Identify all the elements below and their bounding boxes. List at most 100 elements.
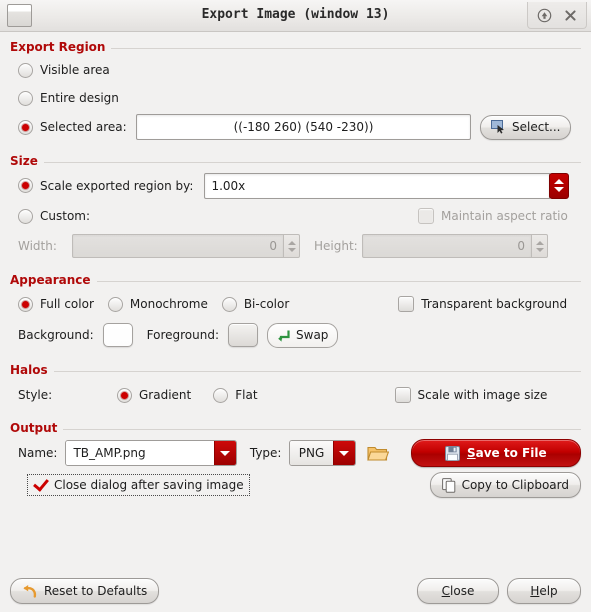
save-to-file-rest: ave to File [475, 446, 547, 460]
checkbox-close-dialog-after-saving[interactable]: Close dialog after saving image [27, 474, 250, 496]
checkbox-transparent-background[interactable]: Transparent background [398, 296, 567, 312]
save-to-file-button[interactable]: Save to File [410, 439, 581, 467]
label-background: Background: [18, 328, 94, 342]
radio-label-halo-flat: Flat [235, 388, 258, 402]
row-scale: Scale exported region by: 1.00x [18, 170, 581, 201]
close-button[interactable]: Close [417, 578, 499, 604]
section-size: Size Scale exported region by: 1.00x Cus… [10, 154, 581, 261]
background-color-swatch[interactable] [102, 323, 133, 347]
stepper-up-icon [535, 240, 544, 245]
row-selected-area: Selected area: ((-180 260) (540 -230)) S… [18, 112, 581, 142]
radio-selected-area[interactable]: Selected area: [18, 119, 136, 135]
undo-arrow-icon [22, 584, 38, 599]
radio-icon-scale [18, 178, 33, 193]
selected-area-field[interactable]: ((-180 260) (540 -230)) [136, 114, 471, 140]
section-halos: Halos Style: Gradient Flat Scale with im… [10, 363, 581, 411]
section-rule [111, 47, 581, 49]
close-button-label: Close [442, 584, 475, 598]
section-title-output: Output [10, 421, 58, 435]
radio-label-custom: Custom: [40, 209, 91, 223]
checkbox-scale-with-image-size[interactable]: Scale with image size [394, 387, 548, 403]
close-icon[interactable] [558, 4, 582, 26]
output-type-combo[interactable]: PNG [289, 440, 356, 466]
radio-full-color[interactable]: Full color [18, 296, 108, 312]
stepper-down-icon [535, 247, 544, 252]
radio-custom-size[interactable]: Custom: [18, 208, 418, 224]
row-halo-style: Style: Gradient Flat Scale with image si… [18, 379, 581, 411]
row-visible-area: Visible area [18, 56, 581, 84]
radio-icon-custom [18, 208, 33, 224]
radio-icon-halo-gradient [117, 387, 132, 403]
stepper-up-icon [287, 240, 296, 245]
select-area-icon [491, 120, 506, 134]
copy-to-clipboard-label: Copy to Clipboard [461, 478, 569, 492]
select-area-button[interactable]: Select... [480, 114, 572, 140]
save-to-file-label: Save to File [467, 446, 547, 460]
section-rule [43, 161, 581, 163]
scale-value-input[interactable]: 1.00x [204, 172, 551, 199]
checkbox-label-maintain-aspect-ratio: Maintain aspect ratio [441, 209, 568, 223]
swap-arrow-icon [277, 329, 291, 342]
radio-halo-flat[interactable]: Flat [213, 387, 271, 403]
section-rule [53, 370, 581, 372]
checkbox-maintain-aspect-ratio: Maintain aspect ratio [418, 208, 568, 224]
row-custom: Custom: Maintain aspect ratio [18, 201, 581, 231]
radio-entire-design[interactable]: Entire design [18, 90, 133, 106]
section-header-appearance: Appearance [10, 273, 581, 287]
section-header-output: Output [10, 421, 581, 435]
row-close-after-save: Close dialog after saving image Copy to … [18, 469, 581, 501]
chevron-down-icon[interactable] [213, 441, 236, 465]
browse-folder-button[interactable] [366, 444, 389, 463]
radio-icon-entire-design [18, 90, 33, 106]
checkbox-label-scale-with-image-size: Scale with image size [417, 388, 548, 402]
help-button[interactable]: Help [507, 578, 581, 604]
output-name-value: TB_AMP.png [66, 441, 214, 465]
output-name-combo[interactable]: TB_AMP.png [65, 440, 237, 466]
dialog-footer: Reset to Defaults Close Help [10, 578, 581, 604]
radio-scale-exported-region[interactable]: Scale exported region by: [18, 178, 207, 193]
help-rest: elp [539, 584, 558, 598]
section-export-region: Export Region Visible area Entire design [10, 40, 581, 142]
radio-label-entire-design: Entire design [40, 91, 119, 105]
height-stepper [532, 234, 548, 258]
radio-label-monochrome: Monochrome [129, 297, 208, 311]
label-output-type: Type: [249, 446, 282, 460]
checkbox-icon-scale-with-image-size [394, 387, 411, 403]
row-color-mode: Full color Monochrome Bi-color Transpare… [18, 289, 581, 319]
radio-visible-area[interactable]: Visible area [18, 62, 124, 78]
radio-label-scale: Scale exported region by: [40, 178, 194, 193]
radio-label-full-color: Full color [40, 297, 94, 311]
floppy-save-icon [444, 445, 460, 461]
shade-up-icon[interactable] [532, 4, 556, 26]
section-title-appearance: Appearance [10, 273, 91, 287]
section-header-halos: Halos [10, 363, 581, 377]
label-output-name: Name: [18, 446, 58, 460]
radio-monochrome[interactable]: Monochrome [107, 296, 222, 312]
foreground-color-swatch[interactable] [228, 323, 259, 347]
width-stepper [284, 234, 300, 258]
reset-to-defaults-button[interactable]: Reset to Defaults [10, 578, 160, 604]
chevron-down-icon[interactable] [332, 441, 355, 465]
radio-halo-gradient[interactable]: Gradient [117, 387, 213, 403]
radio-icon-halo-flat [213, 387, 229, 403]
radio-icon-visible-area [18, 62, 33, 78]
height-value: 0 [517, 239, 525, 253]
label-width: Width: [18, 239, 57, 253]
label-halo-style: Style: [18, 388, 53, 402]
section-title-export-region: Export Region [10, 40, 106, 54]
help-accel: H [530, 584, 540, 598]
help-button-label: Help [530, 584, 557, 598]
scale-value: 1.00x [211, 178, 246, 193]
checkbox-label-close-dialog-after-saving: Close dialog after saving image [54, 478, 244, 492]
stepper-up-icon[interactable] [554, 179, 565, 184]
section-title-halos: Halos [10, 363, 48, 377]
section-header-export-region: Export Region [10, 40, 581, 54]
section-output: Output Name: TB_AMP.png Type: PNG Save t… [10, 421, 581, 501]
scale-stepper[interactable] [549, 172, 570, 199]
swap-colors-button[interactable]: Swap [267, 322, 339, 348]
copy-to-clipboard-button[interactable]: Copy to Clipboard [429, 472, 581, 498]
radio-label-selected-area: Selected area: [40, 120, 127, 134]
stepper-down-icon[interactable] [554, 187, 565, 192]
radio-bi-color[interactable]: Bi-color [221, 296, 303, 312]
window-buttons [527, 2, 587, 29]
